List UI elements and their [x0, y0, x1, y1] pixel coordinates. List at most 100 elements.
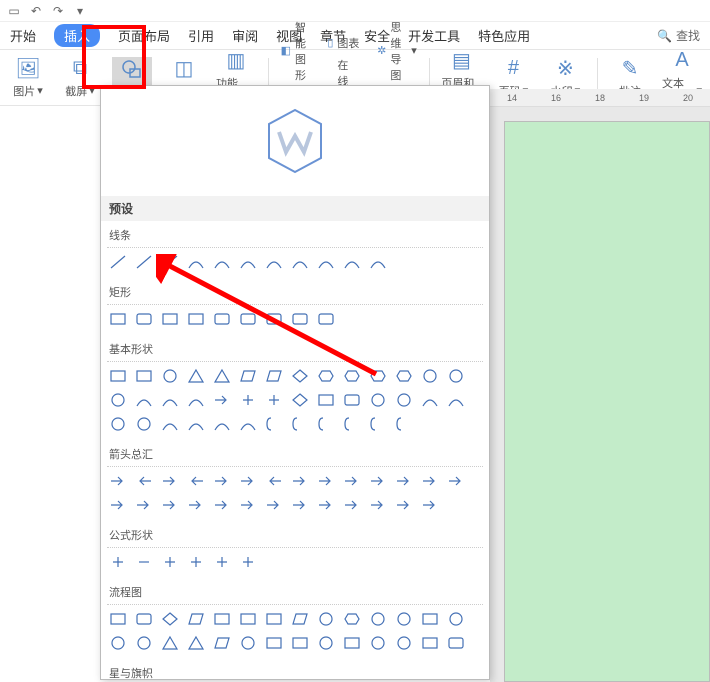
arrows-shape-22[interactable]	[315, 495, 337, 515]
flowcharts-shape-22[interactable]	[315, 633, 337, 653]
lines-shape-0[interactable]	[107, 252, 129, 272]
basics-shape-24[interactable]	[367, 390, 389, 410]
lines-shape-4[interactable]	[211, 252, 233, 272]
tab-start[interactable]: 开始	[10, 26, 36, 45]
basics-shape-4[interactable]	[211, 366, 233, 386]
basics-shape-8[interactable]	[315, 366, 337, 386]
formulas-shape-5[interactable]	[237, 552, 259, 572]
flowcharts-shape-16[interactable]	[159, 633, 181, 653]
tab-review[interactable]: 审阅	[232, 26, 258, 45]
formulas-shape-3[interactable]	[185, 552, 207, 572]
basics-shape-21[interactable]	[289, 390, 311, 410]
basics-shape-11[interactable]	[393, 366, 415, 386]
arrows-shape-6[interactable]	[263, 471, 285, 491]
flowcharts-shape-6[interactable]	[263, 609, 285, 629]
basics-shape-14[interactable]	[107, 390, 129, 410]
rects-shape-7[interactable]	[289, 309, 311, 329]
lines-shape-2[interactable]	[159, 252, 181, 272]
basics-shape-32[interactable]	[211, 414, 233, 434]
flowcharts-shape-17[interactable]	[185, 633, 207, 653]
more-icon[interactable]: ▾	[72, 3, 88, 19]
arrows-shape-16[interactable]	[159, 495, 181, 515]
rects-shape-8[interactable]	[315, 309, 337, 329]
basics-shape-26[interactable]	[419, 390, 441, 410]
basics-shape-10[interactable]	[367, 366, 389, 386]
basics-shape-7[interactable]	[289, 366, 311, 386]
basics-shape-38[interactable]	[367, 414, 389, 434]
arrows-shape-4[interactable]	[211, 471, 233, 491]
arrows-shape-20[interactable]	[263, 495, 285, 515]
lines-shape-9[interactable]	[341, 252, 363, 272]
flowcharts-shape-26[interactable]	[419, 633, 441, 653]
basics-shape-30[interactable]	[159, 414, 181, 434]
arrows-shape-0[interactable]	[107, 471, 129, 491]
flowcharts-shape-21[interactable]	[289, 633, 311, 653]
lines-shape-3[interactable]	[185, 252, 207, 272]
basics-shape-34[interactable]	[263, 414, 285, 434]
formulas-shape-1[interactable]	[133, 552, 155, 572]
tab-ref[interactable]: 引用	[188, 26, 214, 45]
flowcharts-shape-4[interactable]	[211, 609, 233, 629]
flowcharts-shape-5[interactable]	[237, 609, 259, 629]
basics-shape-3[interactable]	[185, 366, 207, 386]
lines-shape-6[interactable]	[263, 252, 285, 272]
flowcharts-shape-27[interactable]	[445, 633, 467, 653]
tab-insert[interactable]: 插入	[54, 24, 100, 47]
flowcharts-shape-12[interactable]	[419, 609, 441, 629]
formulas-shape-4[interactable]	[211, 552, 233, 572]
flowcharts-shape-9[interactable]	[341, 609, 363, 629]
flowcharts-shape-24[interactable]	[367, 633, 389, 653]
arrows-shape-21[interactable]	[289, 495, 311, 515]
arrows-shape-14[interactable]	[107, 495, 129, 515]
arrows-shape-13[interactable]	[445, 471, 467, 491]
flowcharts-shape-15[interactable]	[133, 633, 155, 653]
basics-shape-17[interactable]	[185, 390, 207, 410]
flowcharts-shape-0[interactable]	[107, 609, 129, 629]
basics-shape-36[interactable]	[315, 414, 337, 434]
flowcharts-shape-20[interactable]	[263, 633, 285, 653]
basics-shape-12[interactable]	[419, 366, 441, 386]
arrows-shape-5[interactable]	[237, 471, 259, 491]
flowcharts-shape-25[interactable]	[393, 633, 415, 653]
smartart-button[interactable]: ◧智能图形	[281, 19, 316, 83]
basics-shape-9[interactable]	[341, 366, 363, 386]
arrows-shape-25[interactable]	[393, 495, 415, 515]
flowcharts-shape-10[interactable]	[367, 609, 389, 629]
basics-shape-28[interactable]	[107, 414, 129, 434]
basics-shape-22[interactable]	[315, 390, 337, 410]
basics-shape-33[interactable]	[237, 414, 259, 434]
screenshot-button[interactable]: ⧉ 截屏▾	[60, 57, 100, 99]
mindmap-button[interactable]: ✲思维导图▾	[377, 19, 417, 83]
arrows-shape-23[interactable]	[341, 495, 363, 515]
basics-shape-13[interactable]	[445, 366, 467, 386]
flowcharts-shape-18[interactable]	[211, 633, 233, 653]
basics-shape-29[interactable]	[133, 414, 155, 434]
basics-shape-5[interactable]	[237, 366, 259, 386]
basics-shape-2[interactable]	[159, 366, 181, 386]
basics-shape-6[interactable]	[263, 366, 285, 386]
basics-shape-19[interactable]	[237, 390, 259, 410]
redo-icon[interactable]: ↷	[50, 3, 66, 19]
document-page[interactable]	[504, 121, 710, 682]
flowcharts-shape-23[interactable]	[341, 633, 363, 653]
arrows-shape-12[interactable]	[419, 471, 441, 491]
arrows-shape-26[interactable]	[419, 495, 441, 515]
rects-shape-0[interactable]	[107, 309, 129, 329]
chart-button[interactable]: ▯图表	[327, 35, 365, 51]
flowcharts-shape-3[interactable]	[185, 609, 207, 629]
basics-shape-16[interactable]	[159, 390, 181, 410]
basics-shape-37[interactable]	[341, 414, 363, 434]
basics-shape-27[interactable]	[445, 390, 467, 410]
arrows-shape-17[interactable]	[185, 495, 207, 515]
tab-special[interactable]: 特色应用	[478, 26, 530, 45]
arrows-shape-11[interactable]	[393, 471, 415, 491]
tab-layout[interactable]: 页面布局	[118, 26, 170, 45]
document-area[interactable]	[490, 107, 710, 682]
lines-shape-10[interactable]	[367, 252, 389, 272]
arrows-shape-7[interactable]	[289, 471, 311, 491]
undo-icon[interactable]: ↶	[28, 3, 44, 19]
basics-shape-1[interactable]	[133, 366, 155, 386]
basics-shape-18[interactable]	[211, 390, 233, 410]
arrows-shape-2[interactable]	[159, 471, 181, 491]
arrows-shape-9[interactable]	[341, 471, 363, 491]
